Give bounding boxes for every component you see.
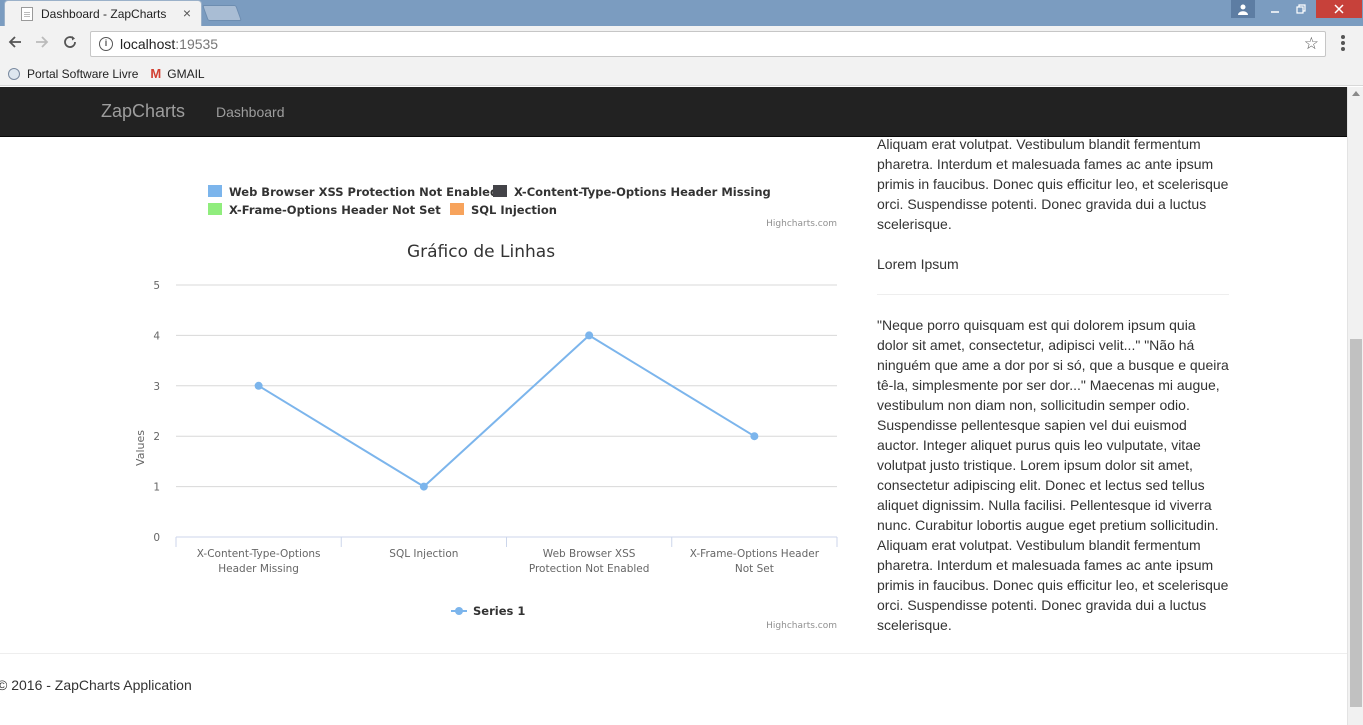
- reload-icon[interactable]: [60, 33, 80, 55]
- chart-legend: Series 1: [451, 604, 525, 618]
- url-host: localhost: [120, 36, 176, 52]
- legend-swatch: [493, 185, 507, 197]
- navbar-brand[interactable]: ZapCharts: [101, 101, 185, 122]
- y-tick-label: 4: [153, 330, 160, 342]
- profile-icon[interactable]: [1231, 0, 1255, 18]
- tab-title: Dashboard - ZapCharts: [41, 6, 167, 21]
- legend-item-label: X-Content-Type-Options Header Missing: [514, 185, 771, 199]
- series-line: [258, 334, 755, 488]
- y-axis-label: Values: [134, 430, 147, 466]
- sidebar-paragraph-2: "Neque porro quisquam est qui dolorem ip…: [877, 317, 1229, 633]
- chart-column: Web Browser XSS Protection Not Enabled X-…: [100, 137, 845, 637]
- bookmark-label: Portal Software Livre: [27, 66, 139, 81]
- legend-series-label: Series 1: [473, 604, 525, 618]
- bookmark-star-icon[interactable]: ☆: [1304, 34, 1319, 54]
- tab-close-icon[interactable]: ×: [183, 5, 191, 21]
- minimize-window-icon[interactable]: [1262, 0, 1288, 18]
- browser-menu-icon[interactable]: [1340, 35, 1346, 53]
- site-navbar: ZapCharts Dashboard: [0, 87, 1347, 137]
- bookmark-gmail[interactable]: M GMAIL: [150, 66, 204, 81]
- bookmarks-bar: Portal Software Livre M GMAIL: [0, 62, 1363, 86]
- legend-series-marker: [455, 607, 463, 615]
- sidebar-text: Aliquam erat volutpat. Vestibulum blandi…: [877, 134, 1229, 635]
- gmail-icon: M: [150, 66, 162, 81]
- back-arrow-icon[interactable]: [5, 33, 25, 55]
- page-viewport: ZapCharts Dashboard Web Browser XSS Prot…: [0, 87, 1347, 725]
- legend-item-label: X-Frame-Options Header Not Set: [229, 203, 441, 217]
- data-point: [585, 331, 594, 340]
- chart-series: [254, 331, 759, 491]
- scroll-up-arrow-icon[interactable]: [1352, 91, 1360, 96]
- chart-credits[interactable]: Highcharts.com: [766, 621, 837, 631]
- y-tick-label: 1: [153, 482, 160, 494]
- x-tick-label: SQL Injection: [389, 548, 458, 560]
- legend-swatch: [208, 203, 222, 215]
- sidebar-paragraph: Aliquam erat volutpat. Vestibulum blandi…: [877, 136, 1229, 232]
- bookmark-label: GMAIL: [167, 66, 205, 81]
- chart-svg: Web Browser XSS Protection Not Enabled X-…: [134, 185, 838, 631]
- page-scrollbar[interactable]: [1347, 87, 1363, 725]
- legend-item-label: SQL Injection: [471, 203, 557, 217]
- browser-toolbar: i localhost:19535 ☆: [0, 26, 1363, 62]
- legend-swatch: [450, 203, 464, 215]
- footer-text: © 2016 - ZapCharts Application: [0, 677, 192, 693]
- footer-divider: [0, 653, 1347, 654]
- data-point: [419, 482, 428, 491]
- top-chart-credits[interactable]: Highcharts.com: [766, 219, 837, 229]
- data-point: [254, 381, 263, 390]
- site-info-icon[interactable]: i: [99, 37, 113, 51]
- globe-icon: [8, 67, 20, 80]
- x-axis: X-Content-Type-Options Header Missing SQL …: [175, 536, 838, 575]
- legend-swatch: [208, 185, 222, 197]
- address-bar[interactable]: i localhost:19535 ☆: [90, 31, 1326, 57]
- scrollbar-thumb[interactable]: [1350, 339, 1362, 707]
- browser-tabstrip: Dashboard - ZapCharts ×: [0, 0, 1363, 26]
- y-axis-ticks: 0 1 2 3 4 5: [153, 280, 160, 544]
- nav-link-dashboard[interactable]: Dashboard: [216, 104, 285, 120]
- y-tick-label: 0: [153, 532, 160, 544]
- sidebar-heading: Lorem Ipsum: [877, 256, 959, 272]
- x-tick-label: X-Content-Type-Options Header Missing: [197, 548, 321, 575]
- url-port: :19535: [175, 36, 219, 52]
- new-tab-button[interactable]: [202, 5, 242, 21]
- x-tick-label: X-Frame-Options Header Not Set: [690, 548, 820, 575]
- page-favicon-icon: [21, 6, 33, 21]
- sidebar-divider: [877, 294, 1229, 295]
- y-tick-label: 2: [153, 431, 160, 443]
- chart-title: Gráfico de Linhas: [407, 242, 555, 262]
- data-point: [750, 432, 759, 441]
- y-tick-label: 5: [153, 280, 160, 292]
- bookmark-portal-software-livre[interactable]: Portal Software Livre: [8, 67, 138, 81]
- x-tick-label: Web Browser XSS Protection Not Enabled: [529, 548, 650, 575]
- top-chart-legend: Web Browser XSS Protection Not Enabled X-…: [208, 185, 771, 217]
- y-tick-label: 3: [153, 381, 160, 393]
- chart-grid: [176, 284, 837, 488]
- legend-item-label: Web Browser XSS Protection Not Enabled: [229, 185, 498, 199]
- browser-tab[interactable]: Dashboard - ZapCharts ×: [4, 0, 202, 26]
- close-window-icon[interactable]: [1316, 0, 1362, 18]
- forward-arrow-icon[interactable]: [32, 33, 52, 55]
- restore-window-icon[interactable]: [1288, 0, 1314, 18]
